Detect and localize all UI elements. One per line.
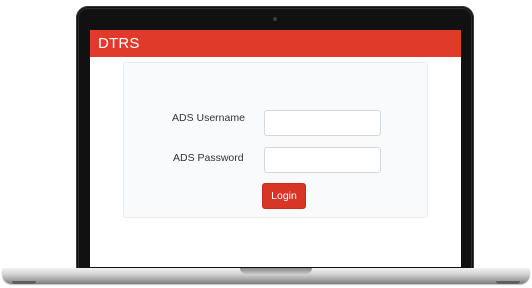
laptop-base-notch [240,268,312,274]
username-label: ADS Username [172,112,245,124]
login-button[interactable]: Login [262,183,306,209]
username-field[interactable] [264,110,381,136]
laptop-screen: DTRS ADS Username ADS Password Login [90,30,461,267]
laptop-foot-right [496,281,520,284]
password-label: ADS Password [173,152,244,164]
app-title: DTRS [98,35,140,52]
laptop-foot-left [12,281,36,284]
laptop-mockup: DTRS ADS Username ADS Password Login [0,0,532,288]
app-header: DTRS [90,30,461,57]
camera-icon [273,17,277,21]
password-field[interactable] [264,147,381,173]
